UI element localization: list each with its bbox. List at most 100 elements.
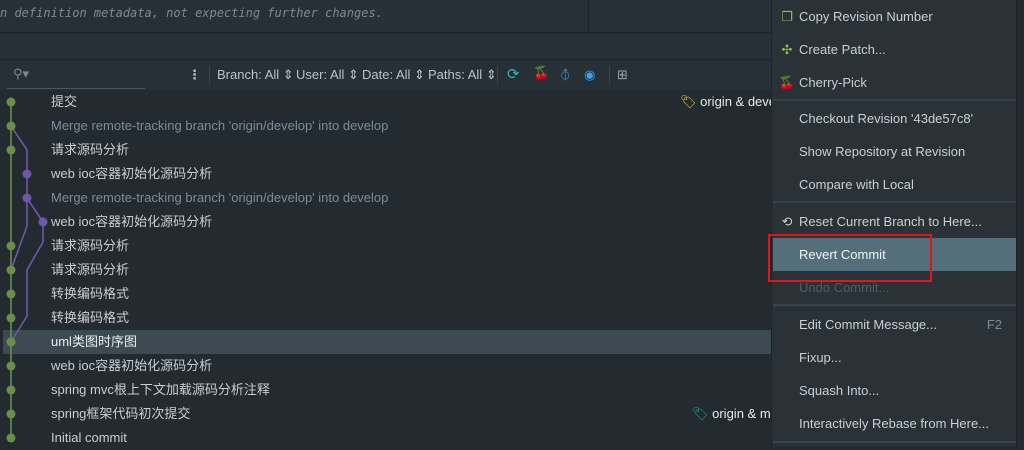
menu-item-label: Edit Commit Message... [799,317,937,332]
menu-item-interactively-rebase-from-here[interactable]: Interactively Rebase from Here... [773,407,1016,440]
filter-label: Paths: All [428,67,483,82]
commit-row[interactable]: web ioc容器初始化源码分析 [0,354,771,378]
menu-separator [773,441,1016,443]
branch-label: 🏷 origin & deve [680,90,776,114]
commit-subject: uml类图时序图 [51,334,137,349]
commit-row[interactable]: spring框架代码初次提交 🏷 origin & ma [0,402,778,426]
search-icon: ⚲▾ [13,66,30,81]
menu-item-cherry-pick[interactable]: 🍒 Cherry-Pick [773,66,1016,99]
commit-subject: 请求源码分析 [51,238,130,253]
highlight-icon[interactable]: ⦽ [561,67,569,83]
commit-row[interactable]: web ioc容器初始化源码分析 [0,210,771,234]
branch-label: 🏷 origin & ma [692,402,778,426]
commit-row[interactable]: web ioc容器初始化源码分析 [0,162,771,186]
copy-icon: ❐ [781,9,793,24]
commit-node [38,217,48,227]
commit-node [6,265,16,275]
ref-text: origin & ma [712,406,778,421]
menu-item-compare-with-local[interactable]: Compare with Local [773,168,1016,201]
commit-subject: spring mvc根上下文加载源码分析注释 [51,382,270,397]
menu-item-label: Squash Into... [799,383,880,398]
commit-node [6,121,16,131]
eye-icon[interactable]: ◉ [584,67,595,83]
commit-row[interactable]: 提交 🏷 origin & deve [0,90,776,114]
menu-item-label: Interactively Rebase from Here... [799,416,990,431]
tag-icon: 🏷 [692,406,713,421]
commit-row[interactable]: 请求源码分析 [0,258,771,282]
commit-node [6,313,16,323]
menu-item-label: Reset Current Branch to Here... [799,214,982,229]
menu-item-create-patch[interactable]: ✣ Create Patch... [773,33,1016,66]
new-tab-icon[interactable]: ⊞ [617,67,628,83]
commit-node [6,361,16,371]
filter-label: Branch: All [217,67,280,82]
commit-subject: 请求源码分析 [51,142,130,157]
commit-node [6,433,16,443]
refresh-icon[interactable]: ⟳ [507,65,520,83]
menu-item-show-repository-at-revision[interactable]: Show Repository at Revision [773,135,1016,168]
cherry-icon: 🍒 [778,75,796,90]
commit-row[interactable]: Initial commit [0,426,771,450]
commit-subject: web ioc容器初始化源码分析 [51,214,213,229]
commit-subject: 转换编码格式 [51,310,130,325]
menu-item-label: Copy Revision Number [799,9,933,24]
commit-node [22,169,32,179]
menu-separator [773,99,1016,101]
commit-row[interactable]: spring mvc根上下文加载源码分析注释 [0,378,771,402]
divider [609,66,610,84]
right-panel-edge [1017,0,1024,447]
branch-filter[interactable]: Branch: All ⇕ [217,67,294,83]
commit-subject: web ioc容器初始化源码分析 [51,166,213,181]
context-menu: ❐ Copy Revision Number ✣ Create Patch... 🍒 Ch… [771,0,1017,447]
cherry-pick-icon[interactable]: 🍒 [533,65,549,81]
filter-label: User: All [296,67,345,82]
commit-row[interactable]: 请求源码分析 [0,234,771,258]
menu-item-label: Create Patch... [799,42,886,57]
commit-subject: 请求源码分析 [51,262,130,277]
tag-icon: 🏷 [680,94,701,109]
commit-message-text: n definition metadata, not expecting fur… [0,6,383,20]
shortcut-label: F2 [986,317,1002,332]
ref-text: origin & deve [700,94,777,109]
commit-graph [6,97,48,443]
filter-label: Date: All [362,67,411,82]
commit-node [6,145,16,155]
commit-row[interactable]: 转换编码格式 [0,306,771,330]
commit-row[interactable]: Merge remote-tracking branch 'origin/dev… [0,186,771,210]
commit-subject: Merge remote-tracking branch 'origin/dev… [51,190,389,205]
user-filter[interactable]: User: All ⇕ [296,67,359,83]
menu-item-label: Cherry-Pick [799,75,867,90]
menu-item-label: Compare with Local [799,177,914,192]
commit-node [6,385,16,395]
menu-item-copy-revision-number[interactable]: ❐ Copy Revision Number [773,0,1016,33]
search-input[interactable]: ⚲▾ [7,61,145,89]
divider [209,66,210,84]
menu-separator [773,304,1016,306]
menu-item-checkout-revision-43de57c8[interactable]: Checkout Revision '43de57c8' [773,102,1016,135]
commit-row[interactable]: 请求源码分析 [0,138,771,162]
commit-subject: Initial commit [51,430,127,445]
commit-node [6,337,16,347]
paths-filter[interactable]: Paths: All ⇕ [428,67,497,83]
commit-subject: Merge remote-tracking branch 'origin/dev… [51,118,389,133]
commit-subject: web ioc容器初始化源码分析 [51,358,213,373]
commit-row[interactable]: Merge remote-tracking branch 'origin/dev… [0,114,771,138]
commit-row[interactable]: uml类图时序图 [3,330,774,354]
commit-row[interactable]: 转换编码格式 [0,282,771,306]
menu-item-fixup[interactable]: Fixup... [773,341,1016,374]
commit-node [6,409,16,419]
menu-item-label: Show Repository at Revision [799,144,966,159]
menu-item-label: Checkout Revision '43de57c8' [799,111,974,126]
date-filter[interactable]: Date: All ⇕ [362,67,425,83]
commit-node [6,289,16,299]
commit-node [6,97,16,107]
menu-separator [773,201,1016,203]
menu-item-label: Fixup... [799,350,842,365]
divider [497,66,498,84]
commit-subject: 转换编码格式 [51,286,130,301]
more-options-icon[interactable]: ⋮ [188,67,201,83]
menu-item-squash-into[interactable]: Squash Into... [773,374,1016,407]
patch-icon: ✣ [781,42,793,57]
commit-subject: spring框架代码初次提交 [51,406,191,421]
menu-item-edit-commit-message[interactable]: Edit Commit Message... F2 [773,308,1016,341]
